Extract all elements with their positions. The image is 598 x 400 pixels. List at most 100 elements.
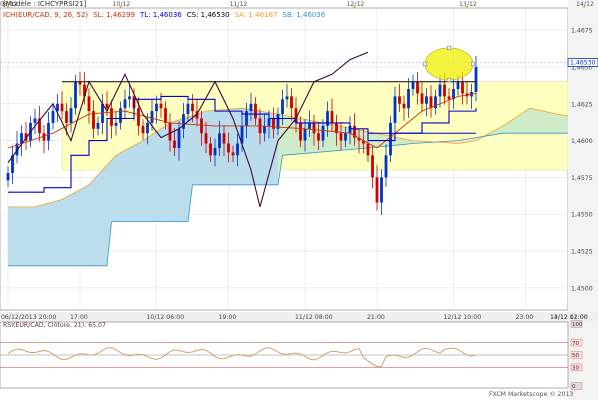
model-label: [Modèle : ICHCYPRSI21] (3, 0, 87, 8)
cloud-segment (282, 114, 287, 156)
rsi-tick-label: 30 (572, 366, 579, 372)
bear-candle (168, 122, 172, 141)
time-tick-label: 12/12 10:00 (444, 314, 482, 321)
cloud-segment (534, 109, 539, 134)
bull-candle (380, 177, 383, 203)
legend-item: CS: 1,46530 (187, 11, 230, 19)
bull-candle (146, 122, 149, 134)
bull-candle (6, 172, 10, 181)
bull-candle (425, 96, 428, 104)
bear-candle (164, 108, 167, 123)
cloud-segment (521, 111, 526, 134)
price-tick-label: 1,4575 (571, 175, 593, 182)
last-price-tag: 1,46530 (567, 58, 598, 67)
bear-candle (222, 133, 226, 144)
bear-candle (231, 152, 235, 156)
bear-candle (366, 143, 370, 156)
highlight-circle (424, 47, 474, 81)
bull-candle (69, 108, 73, 123)
cloud-segment (327, 123, 332, 152)
bear-candle (402, 103, 406, 109)
bear-candle (204, 133, 208, 144)
trading-chart: 08/12 10/12 11/12 12/12 13/12 14/12 [Modèle :… (0, 0, 598, 400)
circle-handle (422, 61, 428, 67)
bull-candle (186, 103, 190, 115)
bull-candle (51, 111, 55, 123)
time-tick-label: 06/12/2013 20:00 (1, 314, 57, 321)
circle-handle (470, 61, 476, 67)
rsi-tick-label: 50 (572, 353, 579, 359)
legend-item: SA: 1,46167 (235, 11, 278, 19)
footer-credit: FXCM Marketscope © 2013 (489, 390, 573, 398)
bear-candle (200, 118, 203, 134)
time-tick-label: 21:00 (367, 314, 385, 321)
bear-candle (105, 103, 109, 109)
bear-candle (429, 96, 433, 109)
bear-candle (317, 133, 320, 141)
bull-candle (218, 133, 221, 148)
bear-candle (227, 143, 230, 153)
time-tick-label: 17:00 (70, 314, 88, 321)
bear-candle (416, 81, 419, 94)
bear-candle (375, 177, 379, 203)
bull-candle (155, 103, 158, 112)
cloud-segment (548, 112, 553, 134)
time-tick-label: 23:00 (516, 314, 534, 321)
bull-candle (389, 122, 392, 156)
bear-candle (443, 84, 446, 97)
bull-candle (150, 111, 154, 123)
cloud-segment (552, 113, 557, 134)
bull-candle (74, 81, 77, 109)
time-tick-label: 10/12 06:00 (147, 314, 185, 321)
bull-candle (236, 143, 239, 156)
bear-candle (159, 103, 163, 109)
bull-candle (245, 111, 248, 126)
cloud-segment (557, 114, 562, 134)
rsi-tick-label: 70 (572, 341, 579, 347)
bear-candle (461, 81, 464, 94)
bear-candle (137, 108, 140, 126)
bear-candle (191, 103, 194, 112)
bear-candle (398, 96, 401, 104)
bull-candle (474, 66, 478, 92)
price-tick-label: 1,4550 (571, 212, 593, 219)
bull-candle (96, 122, 100, 129)
bull-candle (393, 96, 397, 123)
cloud-segment (539, 110, 544, 134)
circle-handle (446, 77, 452, 83)
bull-candle (326, 111, 329, 126)
bull-candle (123, 99, 127, 109)
bear-candle (254, 103, 257, 119)
time-tick-label: 14/12 01:00 (550, 314, 588, 321)
cloud-segment (287, 115, 292, 155)
cloud-segment (561, 114, 566, 134)
bull-candle (213, 147, 217, 156)
bear-candle (371, 155, 374, 178)
legend-item: TL: 1,46036 (139, 11, 182, 19)
bull-candle (407, 89, 410, 109)
price-tick-label: 1,4500 (571, 285, 593, 292)
price-tick-label: 1,4600 (571, 138, 593, 145)
chart-root: 08/12 10/12 11/12 12/12 13/12 14/12 [Modèle :… (0, 0, 598, 400)
bull-candle (308, 122, 311, 129)
bull-candle (114, 122, 118, 126)
bull-candle (47, 122, 50, 141)
bear-candle (65, 111, 68, 123)
bear-candle (420, 93, 424, 104)
bull-candle (285, 96, 289, 100)
bear-candle (87, 96, 91, 112)
circle-handle (446, 45, 452, 51)
bull-candle (249, 103, 253, 112)
last-price-value: 1,46530 (570, 60, 596, 67)
bear-candle (141, 125, 145, 134)
price-tick-label: 1,4525 (571, 249, 593, 256)
legend-item: SB: 1,46036 (282, 11, 325, 19)
bull-candle (456, 81, 460, 90)
bull-candle (20, 133, 23, 144)
bull-candle (281, 99, 284, 115)
bull-candle (321, 125, 325, 141)
bear-candle (209, 143, 212, 156)
bull-candle (344, 133, 347, 141)
bull-candle (384, 155, 388, 178)
time-tick-label: 19:00 (219, 314, 237, 321)
